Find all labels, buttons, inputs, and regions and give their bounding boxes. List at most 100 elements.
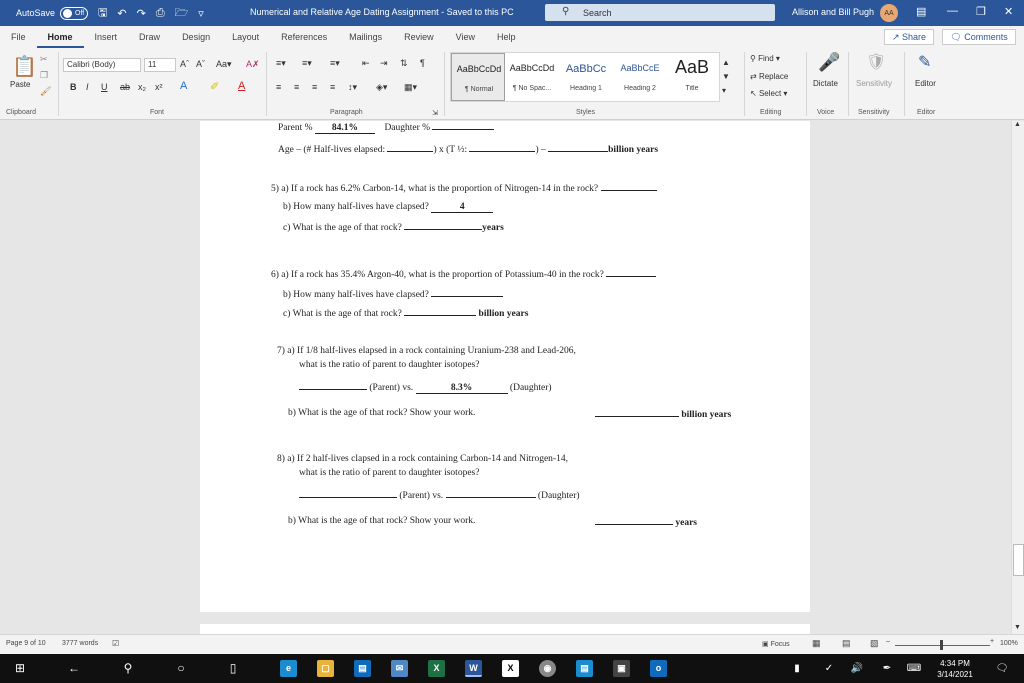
back-arrow-icon[interactable]: ← xyxy=(66,660,82,677)
change-case-icon[interactable]: Aa▾ xyxy=(216,59,232,70)
highlight-icon[interactable]: ✐ xyxy=(210,80,219,93)
editor-label[interactable]: Editor xyxy=(915,79,936,88)
tab-references[interactable]: References xyxy=(270,26,338,48)
task-view-icon[interactable]: ▯ xyxy=(225,660,241,677)
page-count[interactable]: Page 9 of 10 xyxy=(6,640,46,647)
customize-toolbar-icon[interactable]: ▿ xyxy=(198,7,204,20)
styles-scroll-down-icon[interactable]: ▼ xyxy=(722,72,730,81)
bold-icon[interactable]: B xyxy=(70,82,77,92)
open-folder-icon[interactable]: 🗁 xyxy=(175,4,189,23)
photos-icon[interactable]: ▣ xyxy=(613,660,630,677)
dialog-launcher-icon[interactable]: ⇲ xyxy=(432,109,438,117)
calendar-icon[interactable]: ▤ xyxy=(576,660,593,677)
q5a-blank[interactable] xyxy=(600,182,657,191)
avatar[interactable]: AA xyxy=(880,4,898,22)
daughter-blank[interactable] xyxy=(432,121,495,130)
style-heading-2[interactable]: AaBbCcE Heading 2 xyxy=(613,53,667,101)
q7-daughter-value[interactable]: 8.3% xyxy=(415,383,508,394)
style-no-spacing[interactable]: AaBbCcDd ¶ No Spac... xyxy=(505,53,559,101)
document-title[interactable]: Numerical and Relative Age Dating Assign… xyxy=(250,7,514,17)
underline-icon[interactable]: U xyxy=(101,82,108,92)
q8-parent-blank[interactable] xyxy=(299,489,397,498)
shrink-font-icon[interactable]: Aˇ xyxy=(196,59,205,69)
print-layout-icon[interactable]: ▤ xyxy=(842,638,851,649)
cortana-icon[interactable]: ○ xyxy=(173,660,189,677)
scroll-up-icon[interactable]: ▲ xyxy=(1014,121,1021,128)
autosave-toggle[interactable]: Off xyxy=(60,6,89,20)
font-color-icon[interactable]: A xyxy=(238,80,245,92)
close-icon[interactable]: ✕ xyxy=(1004,5,1013,18)
zoom-out-icon[interactable]: – xyxy=(886,638,890,645)
text-effects-icon[interactable]: A xyxy=(180,80,187,92)
search-input[interactable]: ⚲ Search xyxy=(545,4,775,21)
save-icon[interactable]: 🖫 xyxy=(98,4,107,23)
numbering-icon[interactable]: ≡▾ xyxy=(302,58,312,69)
styles-scroll-up-icon[interactable]: ▲ xyxy=(722,58,730,67)
windows-start-icon[interactable]: ⊞ xyxy=(12,660,28,677)
focus-button[interactable]: ▣ Focus xyxy=(762,640,790,648)
minimize-icon[interactable]: — xyxy=(947,5,958,17)
pen-icon[interactable]: ✒ xyxy=(880,660,894,677)
q6b-blank[interactable] xyxy=(431,288,504,297)
x-app-icon[interactable]: X xyxy=(502,660,519,677)
paste-icon[interactable]: 📋 xyxy=(12,54,37,79)
style-heading-1[interactable]: AaBbCc Heading 1 xyxy=(559,53,613,101)
justify-icon[interactable]: ≡ xyxy=(330,82,335,92)
tab-draw[interactable]: Draw xyxy=(128,26,171,48)
replace-button[interactable]: ⇄ Replace xyxy=(750,72,788,81)
excel-icon[interactable]: X xyxy=(428,660,445,677)
tab-review[interactable]: Review xyxy=(393,26,445,48)
proofing-icon[interactable]: ☑ xyxy=(112,639,119,648)
tab-mailings[interactable]: Mailings xyxy=(338,26,393,48)
scroll-down-icon[interactable]: ▼ xyxy=(1014,624,1021,631)
zoom-level[interactable]: 100% xyxy=(1000,640,1018,647)
cut-icon[interactable]: ✂ xyxy=(40,54,48,65)
ribbon-display-icon[interactable]: ▤ xyxy=(916,5,926,18)
edge-icon[interactable]: e xyxy=(280,660,297,677)
outlook-icon[interactable]: o xyxy=(650,660,667,677)
zoom-in-icon[interactable]: + xyxy=(990,638,994,645)
halflives-blank[interactable] xyxy=(387,143,434,152)
bullets-icon[interactable]: ≡▾ xyxy=(276,58,286,69)
align-center-icon[interactable]: ≡ xyxy=(294,82,299,92)
battery-icon[interactable]: ▮ xyxy=(790,660,804,677)
font-name-select[interactable]: Calibri (Body) xyxy=(63,58,141,72)
style-title[interactable]: AaB Title xyxy=(665,53,719,101)
q6c-blank[interactable] xyxy=(404,307,477,316)
q7b-blank[interactable] xyxy=(595,408,679,417)
q6a-blank[interactable] xyxy=(606,268,657,277)
zoom-slider-knob[interactable] xyxy=(940,640,943,650)
sort-icon[interactable]: ⇅ xyxy=(400,58,408,69)
user-name[interactable]: Allison and Bill Pugh xyxy=(792,7,874,17)
paste-label[interactable]: Paste xyxy=(10,80,30,89)
clock[interactable]: 4:34 PM 3/14/2021 xyxy=(930,658,980,680)
grow-font-icon[interactable]: Aˆ xyxy=(180,59,189,69)
q5b-answer[interactable]: 4 xyxy=(431,202,494,213)
q8b-blank[interactable] xyxy=(595,516,673,525)
q5c-blank[interactable] xyxy=(404,221,483,230)
restore-icon[interactable]: ❐ xyxy=(976,5,986,18)
word-icon[interactable]: W xyxy=(465,660,482,677)
superscript-icon[interactable]: x² xyxy=(155,82,163,92)
age-blank[interactable] xyxy=(548,143,609,152)
mail-icon[interactable]: ✉ xyxy=(391,660,408,677)
borders-icon[interactable]: ▦▾ xyxy=(404,82,417,93)
shading-icon[interactable]: ◈▾ xyxy=(376,82,387,93)
read-mode-icon[interactable]: ▦ xyxy=(812,638,821,649)
tab-home[interactable]: Home xyxy=(36,26,84,48)
share-button[interactable]: ↗ Share xyxy=(884,29,934,45)
comments-button[interactable]: 🗨 Comments xyxy=(942,29,1016,45)
line-spacing-icon[interactable]: ↕▾ xyxy=(348,82,357,93)
multilevel-list-icon[interactable]: ≡▾ xyxy=(330,58,340,69)
styles-more-icon[interactable]: ▾ xyxy=(722,86,726,95)
select-button[interactable]: ↖ Select ▾ xyxy=(750,89,787,98)
scrollbar-thumb[interactable] xyxy=(1013,544,1024,576)
word-count[interactable]: 3777 words xyxy=(62,640,98,647)
align-left-icon[interactable]: ≡ xyxy=(276,82,281,92)
style-normal[interactable]: AaBbCcDd ¶ Normal xyxy=(451,53,505,101)
globe-icon[interactable]: ◉ xyxy=(539,660,556,677)
notifications-icon[interactable]: 🗨7 xyxy=(994,660,1010,677)
undo-icon[interactable]: ↶ xyxy=(117,7,126,20)
q8-daughter-blank[interactable] xyxy=(445,489,536,498)
sensitivity-icon[interactable]: 🛡 xyxy=(866,52,886,72)
